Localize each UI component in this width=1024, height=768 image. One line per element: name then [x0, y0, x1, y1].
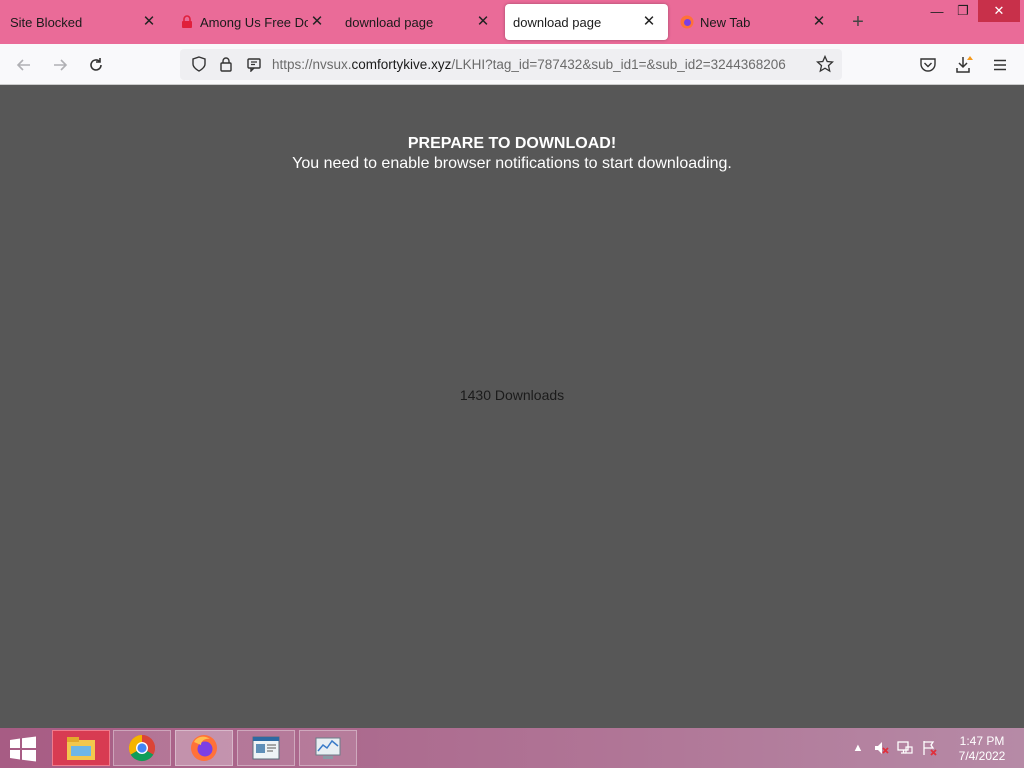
volume-muted-icon[interactable] — [873, 740, 889, 756]
tab-new-tab[interactable]: New Tab ✕ — [670, 4, 838, 40]
url-path: /LKHI?tag_id=787432&sub_id1=&sub_id2=324… — [451, 57, 786, 72]
window-close-button[interactable]: ✕ — [978, 0, 1020, 22]
pocket-icon — [920, 58, 936, 72]
taskbar-resource-monitor[interactable] — [299, 730, 357, 766]
network-status-icon — [897, 741, 913, 754]
tab-download-page-active[interactable]: download page ✕ — [505, 4, 668, 40]
star-icon — [816, 55, 834, 73]
lock-warning-icon — [182, 15, 192, 28]
tab-strip: Site Blocked ✕ Among Us Free Dow ✕ downl… — [0, 0, 1024, 44]
clock-time: 1:47 PM — [959, 734, 1005, 748]
firefox-icon — [680, 15, 694, 29]
lock-icon — [220, 57, 232, 72]
tab-download-page-1[interactable]: download page ✕ — [336, 4, 502, 40]
action-center-icon[interactable] — [921, 740, 937, 756]
arrow-right-icon — [54, 59, 68, 71]
tab-site-blocked[interactable]: Site Blocked ✕ — [0, 4, 168, 40]
minimize-button[interactable]: — — [924, 0, 950, 22]
downloads-button[interactable] — [953, 54, 975, 76]
clock-date: 7/4/2022 — [958, 749, 1006, 763]
forward-button[interactable] — [49, 54, 71, 76]
page-headline: PREPARE TO DOWNLOAD! — [407, 135, 617, 152]
close-tab-icon[interactable]: ✕ — [810, 13, 828, 31]
chrome-icon — [128, 734, 156, 762]
system-clock[interactable]: 1:47 PM 7/4/2022 — [950, 734, 1014, 764]
url-scheme: https://nvsux. — [272, 57, 352, 72]
download-count: 1430 Downloads — [459, 387, 565, 403]
site-info-icon[interactable] — [215, 53, 237, 75]
download-icon — [956, 56, 973, 73]
flag-warning-icon — [923, 741, 937, 756]
window-app-icon — [252, 736, 280, 760]
bookmark-button[interactable] — [814, 53, 836, 75]
tab-label: Site Blocked — [10, 14, 83, 30]
taskbar-app-window[interactable] — [237, 730, 295, 766]
tab-among-us[interactable]: Among Us Free Dow ✕ — [170, 4, 336, 40]
tab-label: Among Us Free Dow — [200, 14, 308, 30]
performance-monitor-icon — [315, 737, 341, 759]
firefox-icon — [191, 735, 217, 761]
show-hidden-icons-button[interactable]: ▲ — [850, 740, 866, 756]
taskbar-file-explorer[interactable] — [52, 730, 110, 766]
taskbar-chrome[interactable] — [113, 730, 171, 766]
reload-icon — [90, 58, 102, 71]
tab-label: download page — [513, 14, 602, 30]
tab-label: New Tab — [700, 14, 751, 30]
reload-button[interactable] — [85, 54, 107, 76]
tracking-protection-icon[interactable] — [188, 53, 210, 75]
url-text[interactable]: https://nvsux.comfortykive.xyz/LKHI?tag_… — [272, 57, 806, 72]
url-host: comfortykive.xyz — [351, 57, 452, 72]
speaker-muted-icon — [875, 742, 889, 754]
arrow-left-icon — [16, 59, 30, 71]
page-subline: You need to enable browser notifications… — [292, 155, 732, 172]
close-tab-icon[interactable]: ✕ — [140, 13, 158, 31]
new-tab-button[interactable]: + — [848, 10, 868, 34]
nav-toolbar: https://nvsux.comfortykive.xyz/LKHI?tag_… — [0, 44, 1024, 85]
notification-permission-icon — [247, 58, 261, 72]
folder-icon — [67, 737, 95, 760]
hamburger-menu-icon — [994, 59, 1006, 71]
windows-logo-icon — [10, 736, 36, 762]
shield-icon — [192, 56, 206, 72]
page-content: PREPARE TO DOWNLOAD! You need to enable … — [0, 85, 1024, 728]
back-button[interactable] — [13, 54, 35, 76]
address-bar[interactable]: https://nvsux.comfortykive.xyz/LKHI?tag_… — [180, 49, 842, 80]
restore-button[interactable]: ❐ — [950, 0, 976, 22]
pocket-button[interactable] — [917, 54, 939, 76]
permissions-icon[interactable] — [243, 53, 265, 75]
start-button[interactable] — [8, 736, 38, 762]
tab-label: download page — [345, 14, 434, 30]
close-tab-icon[interactable]: ✕ — [474, 13, 492, 31]
close-tab-icon[interactable]: ✕ — [308, 13, 326, 31]
close-tab-icon[interactable]: ✕ — [640, 13, 658, 31]
taskbar: ▲ 1:47 PM 7/4/2022 — [0, 728, 1024, 768]
taskbar-firefox[interactable] — [175, 730, 233, 766]
menu-button[interactable] — [989, 54, 1011, 76]
network-icon[interactable] — [897, 740, 913, 756]
